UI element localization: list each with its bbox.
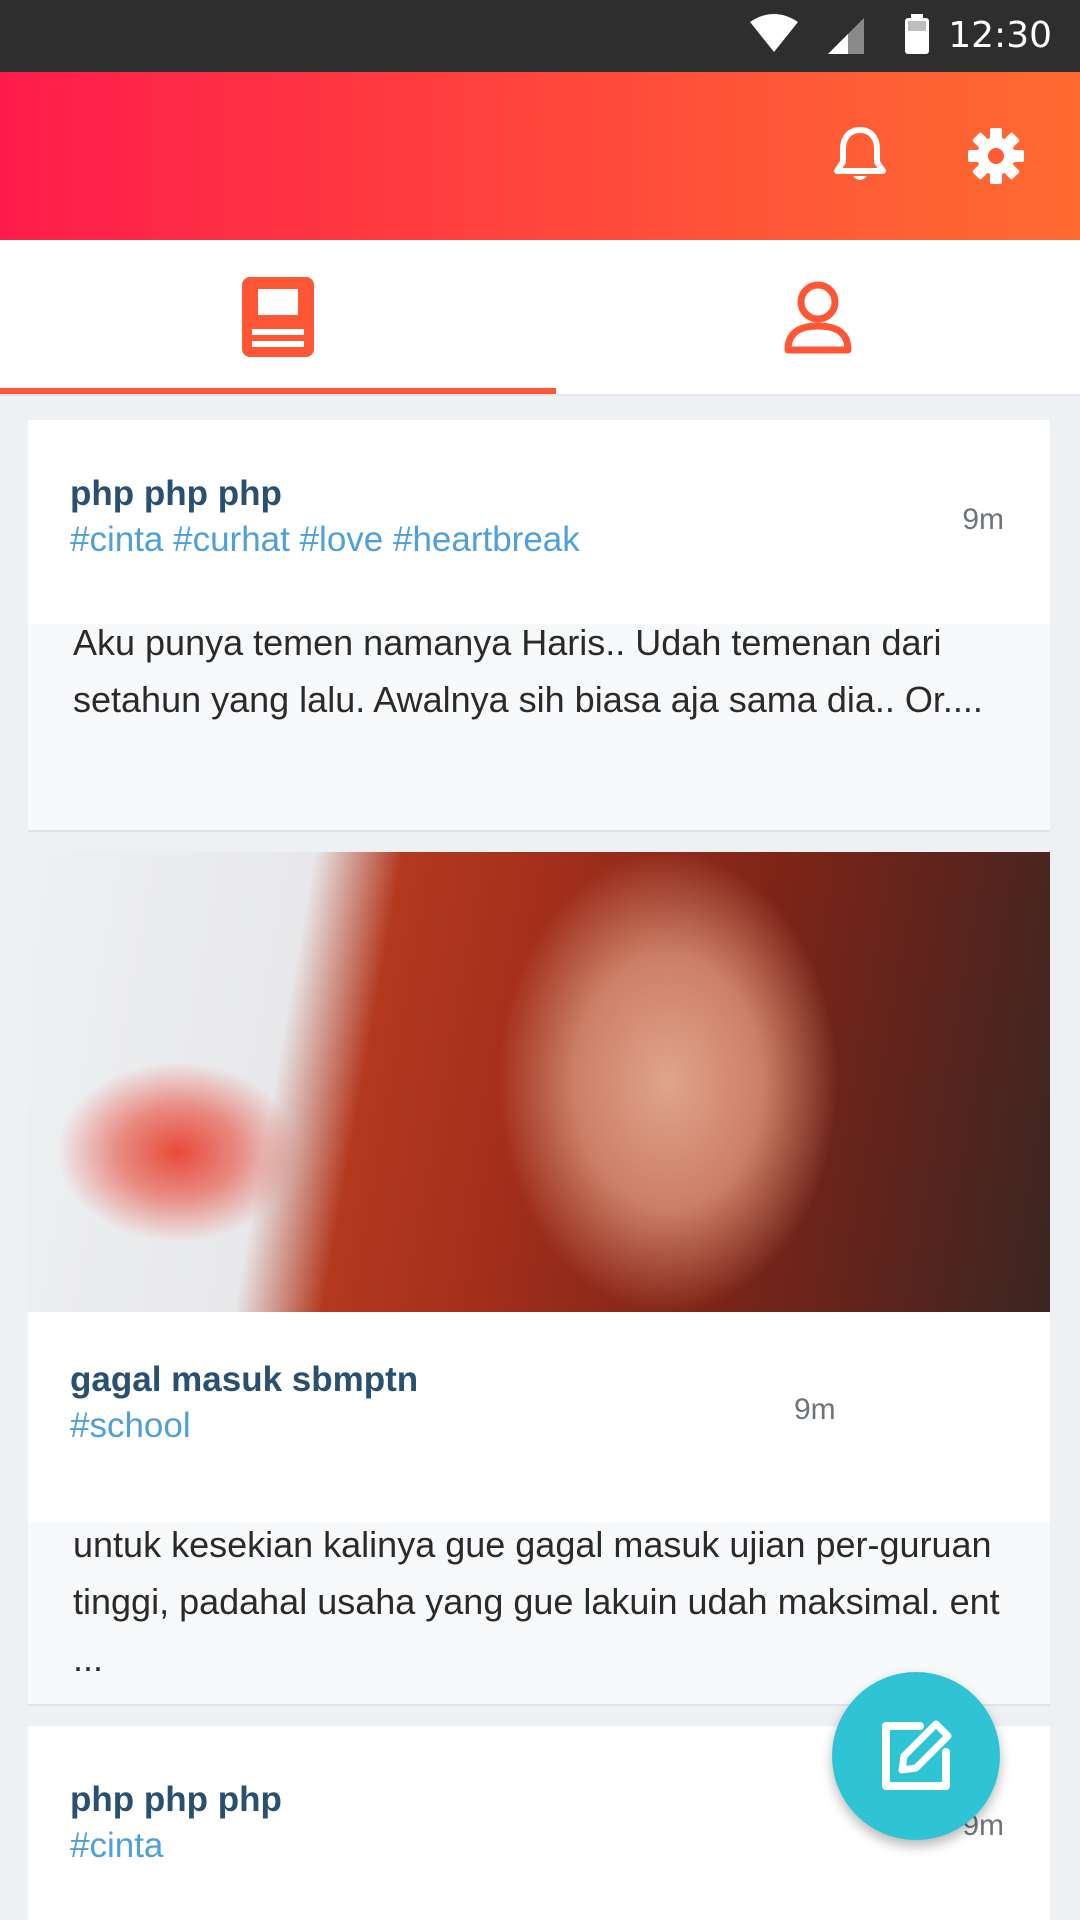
- cell-signal-icon: [828, 18, 864, 54]
- wifi-icon: [750, 14, 798, 52]
- post-image: [28, 852, 1050, 1312]
- app-bar: [0, 72, 1080, 240]
- battery-icon: [905, 14, 929, 54]
- post-tags[interactable]: #school: [70, 1404, 191, 1448]
- post-header: php php php #cinta #curhat #love #heartb…: [28, 420, 1050, 624]
- post-excerpt: Aku punya temen namanya Haris.. Udah tem…: [73, 622, 983, 720]
- post-time: 9m: [794, 1393, 836, 1426]
- post-title: php php php: [70, 1780, 282, 1819]
- post-excerpt: untuk kesekian kalinya gue gagal masuk u…: [73, 1524, 1000, 1679]
- post-card[interactable]: php php php #cinta #curhat #love #heartb…: [28, 420, 1050, 832]
- gear-icon: [968, 128, 1024, 184]
- clock: 12:30: [948, 15, 1052, 56]
- book-icon: [242, 277, 314, 357]
- post-header: gagal masuk sbmptn #school 9m: [28, 1312, 1050, 1522]
- post-tags[interactable]: #cinta: [70, 1824, 163, 1868]
- settings-button[interactable]: [962, 122, 1030, 190]
- post-tags[interactable]: #cinta #curhat #love #heartbreak: [70, 518, 580, 562]
- post-title: php php php: [70, 474, 282, 513]
- tab-profile[interactable]: [556, 240, 1080, 394]
- notifications-button[interactable]: [826, 122, 894, 190]
- post-card[interactable]: gagal masuk sbmptn #school 9m untuk kese…: [28, 852, 1050, 1706]
- tab-stories[interactable]: [0, 240, 556, 394]
- compose-button[interactable]: [832, 1672, 1000, 1840]
- post-title: gagal masuk sbmptn: [70, 1360, 419, 1399]
- compose-icon: [882, 1720, 952, 1790]
- post-time: 9m: [962, 503, 1004, 536]
- tab-bar: [0, 240, 1080, 396]
- status-bar: 12:30: [0, 0, 1080, 72]
- bell-icon: [834, 127, 886, 180]
- tab-indicator: [0, 388, 556, 394]
- person-icon: [784, 281, 852, 354]
